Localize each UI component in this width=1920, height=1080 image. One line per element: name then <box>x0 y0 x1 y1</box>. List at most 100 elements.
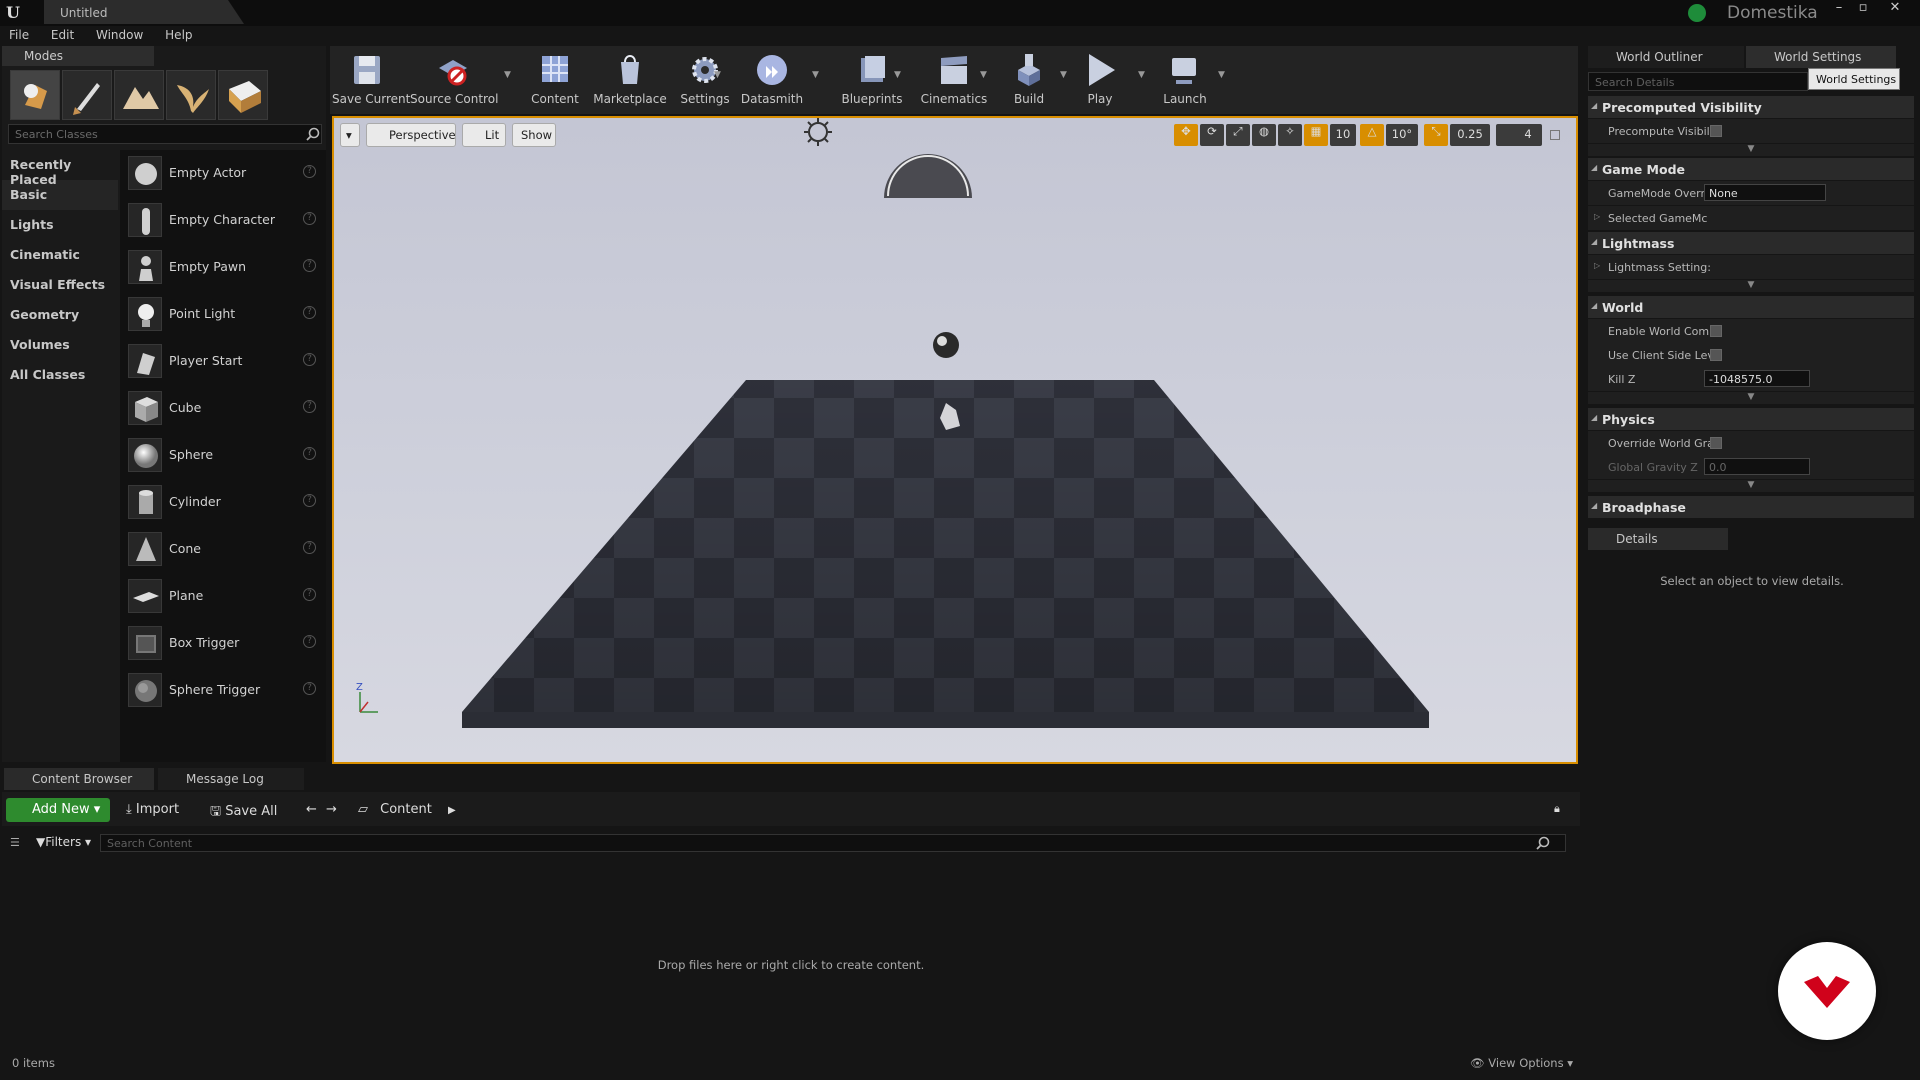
help-icon[interactable]: ? <box>303 635 316 648</box>
class-item-empty-character[interactable]: Empty Character ? <box>120 197 326 244</box>
cinematics-dropdown-icon[interactable]: ▼ <box>980 70 987 80</box>
tab-content-browser[interactable]: Content Browser <box>4 768 154 790</box>
place-mode-icon[interactable] <box>10 70 60 120</box>
prop-lightmass-settings[interactable]: Lightmass Setting: <box>1588 255 1914 279</box>
play-dropdown-icon[interactable]: ▼ <box>1138 70 1145 80</box>
class-item-empty-pawn[interactable]: Empty Pawn ? <box>120 244 326 291</box>
menu-window[interactable]: Window <box>87 26 152 44</box>
help-icon[interactable]: ? <box>303 259 316 272</box>
blueprints-button[interactable]: Blueprints <box>830 46 914 114</box>
perspective-button[interactable]: Perspective <box>366 123 456 147</box>
override-world-gravity-checkbox[interactable] <box>1710 437 1722 449</box>
class-item-empty-actor[interactable]: Empty Actor ? <box>120 150 326 197</box>
category-all-classes[interactable]: All Classes <box>2 360 118 390</box>
enable-world-composition-checkbox[interactable] <box>1710 325 1722 337</box>
menu-help[interactable]: Help <box>156 26 201 44</box>
category-recently-placed[interactable]: Recently Placed <box>2 150 118 187</box>
tab-message-log[interactable]: Message Log <box>158 768 304 790</box>
class-item-plane[interactable]: Plane ? <box>120 573 326 620</box>
class-item-sphere-trigger[interactable]: Sphere Trigger ? <box>120 667 326 714</box>
category-visual-effects[interactable]: Visual Effects <box>2 270 118 300</box>
maximize-viewport-icon[interactable] <box>1550 130 1560 140</box>
source-control-dropdown-icon[interactable]: ▼ <box>504 70 511 80</box>
prop-selected-gamemode[interactable]: Selected GameMc <box>1588 206 1914 230</box>
help-icon[interactable]: ? <box>303 165 316 178</box>
class-item-box-trigger[interactable]: Box Trigger ? <box>120 620 326 667</box>
precompute-visibility-checkbox[interactable] <box>1710 125 1722 137</box>
blueprints-dropdown-icon[interactable]: ▼ <box>894 70 901 80</box>
tab-world-settings[interactable]: World Settings <box>1746 46 1896 68</box>
back-arrow-icon[interactable]: ← <box>306 802 317 817</box>
section-broadphase[interactable]: Broadphase <box>1588 496 1914 518</box>
category-volumes[interactable]: Volumes <box>2 330 118 360</box>
category-cinematic[interactable]: Cinematic <box>2 240 118 270</box>
class-item-cube[interactable]: Cube ? <box>120 385 326 432</box>
class-item-player-start[interactable]: Player Start ? <box>120 338 326 385</box>
section-game-mode[interactable]: Game Mode <box>1588 158 1914 180</box>
add-new-button[interactable]: Add New ▾ <box>6 798 110 822</box>
rotation-snap-value[interactable]: 10° <box>1386 124 1418 146</box>
search-details-input[interactable]: Search Details <box>1588 72 1808 91</box>
lit-button[interactable]: Lit <box>462 123 506 147</box>
build-button[interactable]: Build <box>994 46 1064 114</box>
marketplace-button[interactable]: Marketplace <box>588 46 672 114</box>
help-icon[interactable]: ? <box>303 682 316 695</box>
save-all-button[interactable]: 🖫 Save All <box>210 802 277 824</box>
section-world[interactable]: World <box>1588 296 1914 318</box>
help-icon[interactable]: ? <box>303 306 316 319</box>
filters-button[interactable]: ▼Filters ▾ <box>36 835 91 849</box>
show-button[interactable]: Show <box>512 123 556 147</box>
help-icon[interactable]: ? <box>303 212 316 225</box>
rotate-mode-icon[interactable]: ⟳ <box>1200 124 1224 146</box>
help-icon[interactable]: ? <box>303 400 316 413</box>
modes-tab[interactable]: Modes <box>2 46 154 66</box>
viewport-options-button[interactable]: ▾ <box>340 123 360 147</box>
tab-world-outliner[interactable]: World Outliner <box>1588 46 1744 68</box>
scale-snap-icon[interactable]: ⤡ <box>1424 124 1448 146</box>
view-options-button[interactable]: 👁 View Options ▾ <box>1470 1056 1573 1070</box>
save-current-button[interactable]: Save Current <box>332 46 410 114</box>
level-viewport[interactable]: Z ▾ Perspective Lit Show ✥ ⟳ ⤢ ◍ ✧ ▦ 10 … <box>332 116 1578 764</box>
scale-snap-value[interactable]: 0.25 <box>1450 124 1490 146</box>
advanced-expander-icon[interactable]: ▼ <box>1588 392 1914 404</box>
sources-toggle-icon[interactable]: ☰ <box>10 836 20 849</box>
cinematics-button[interactable]: Cinematics <box>912 46 996 114</box>
forward-arrow-icon[interactable]: → <box>326 802 337 817</box>
category-lights[interactable]: Lights <box>2 210 118 240</box>
kill-z-input[interactable]: -1048575.0 <box>1704 370 1810 387</box>
gamemode-override-dropdown[interactable]: None <box>1704 184 1826 201</box>
document-tab[interactable]: Untitled <box>44 0 244 24</box>
class-item-sphere[interactable]: Sphere ? <box>120 432 326 479</box>
search-classes-input[interactable]: Search Classes <box>8 124 322 144</box>
camera-speed-button[interactable]: 4 <box>1496 124 1542 146</box>
use-client-side-checkbox[interactable] <box>1710 349 1722 361</box>
class-item-cone[interactable]: Cone ? <box>120 526 326 573</box>
class-item-point-light[interactable]: Point Light ? <box>120 291 326 338</box>
source-control-button[interactable]: Source Control <box>410 46 498 114</box>
lock-icon[interactable]: 🔒︎ <box>1554 802 1560 816</box>
launch-button[interactable]: Launch <box>1150 46 1220 114</box>
import-button[interactable]: ⤓ Import <box>126 802 179 817</box>
class-item-cylinder[interactable]: Cylinder ? <box>120 479 326 526</box>
translate-mode-icon[interactable]: ✥ <box>1174 124 1198 146</box>
world-local-toggle-icon[interactable]: ◍ <box>1252 124 1276 146</box>
search-content-input[interactable]: Search Content <box>100 834 1566 852</box>
landscape-mode-icon[interactable] <box>114 70 164 120</box>
section-physics[interactable]: Physics <box>1588 408 1914 430</box>
grid-snap-value[interactable]: 10 <box>1330 124 1356 146</box>
help-icon[interactable]: ? <box>303 541 316 554</box>
launch-dropdown-icon[interactable]: ▼ <box>1218 70 1225 80</box>
foliage-mode-icon[interactable] <box>166 70 216 120</box>
advanced-expander-icon[interactable]: ▼ <box>1588 144 1914 156</box>
rotation-snap-icon[interactable]: △ <box>1360 124 1384 146</box>
menu-file[interactable]: File <box>0 26 38 44</box>
maximize-button[interactable]: ▫ <box>1852 0 1874 20</box>
menu-edit[interactable]: Edit <box>42 26 83 44</box>
minimize-button[interactable]: – <box>1828 0 1850 20</box>
grid-snap-icon[interactable]: ▦ <box>1304 124 1328 146</box>
content-button[interactable]: Content <box>520 46 590 114</box>
scale-mode-icon[interactable]: ⤢ <box>1226 124 1250 146</box>
datasmith-dropdown-icon[interactable]: ▼ <box>812 70 819 80</box>
close-window-button[interactable]: ✕ <box>1884 0 1906 20</box>
advanced-expander-icon[interactable]: ▼ <box>1588 480 1914 492</box>
